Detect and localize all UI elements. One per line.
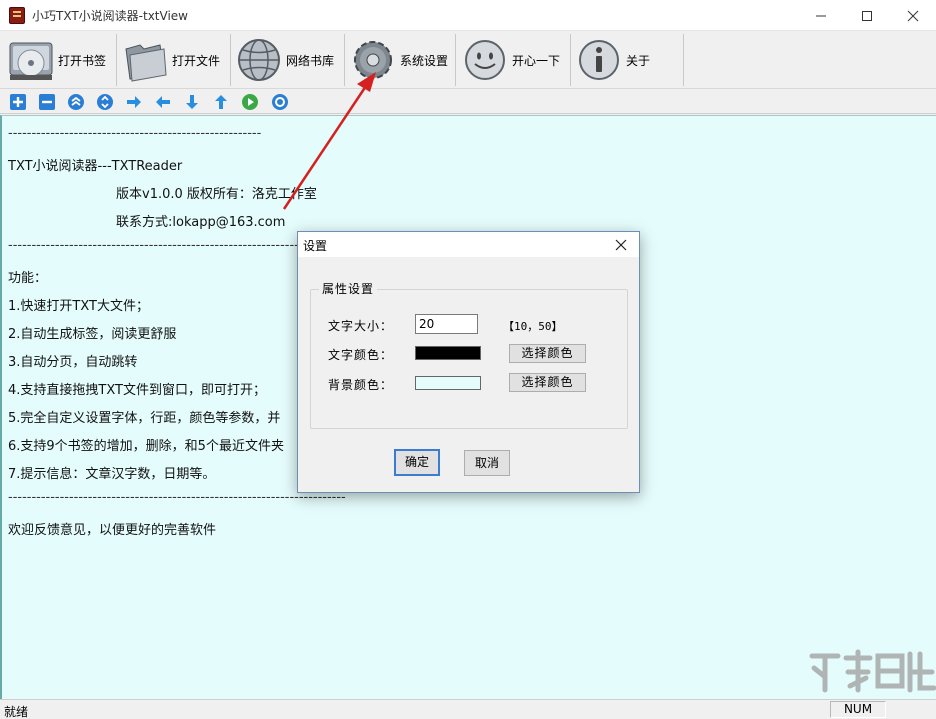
font-size-label: 文字大小：	[328, 319, 394, 333]
fun-button[interactable]: 开心一下	[460, 34, 571, 86]
font-color-label: 文字颜色：	[328, 348, 394, 362]
dialog-title-bar: 设置	[298, 232, 639, 257]
open-bookmark-button[interactable]: 打开书签	[6, 34, 117, 86]
settings-label: 系统设置	[400, 53, 449, 68]
collapse-button[interactable]	[67, 93, 85, 111]
scroll-up-button[interactable]	[212, 93, 230, 111]
close-icon	[907, 10, 919, 21]
feature-item: 5.完全自定义设置字体，行距，颜色等参数，并	[8, 411, 281, 426]
font-size-input[interactable]: 20	[415, 314, 478, 334]
online-library-label: 网络书库	[286, 53, 335, 68]
window-title: 小巧TXT小说阅读器-txtView	[32, 9, 188, 23]
bg-color-label: 背景颜色：	[328, 378, 394, 392]
num-lock-indicator: NUM	[830, 701, 886, 718]
font-color-swatch	[415, 346, 481, 360]
title-bar: 小巧TXT小说阅读器-txtView	[0, 0, 936, 31]
pick-bg-color-button[interactable]: 选择颜色	[509, 373, 586, 392]
feature-item: 6.支持9个书签的增加，删除，和5个最近文件夹	[8, 439, 284, 454]
dialog-title: 设置	[303, 239, 328, 253]
up-down-icon	[97, 94, 113, 110]
about-label: 关于	[626, 53, 651, 68]
remove-bookmark-button[interactable]	[38, 93, 56, 111]
settings-dialog: 设置 属性设置 文字大小： 20 【10，50】 文字颜色： 选择颜色 背景颜色…	[297, 231, 640, 493]
collapse-icon	[68, 94, 84, 110]
status-text: 就绪	[4, 705, 29, 719]
pick-font-color-button[interactable]: 选择颜色	[509, 344, 586, 363]
bg-color-swatch	[415, 376, 481, 390]
version-line: 版本v1.0.0 版权所有：洛克工作室	[116, 187, 317, 202]
separator-line: ----------------------------------------…	[8, 126, 262, 141]
minus-icon	[39, 94, 55, 110]
open-file-button[interactable]: 打开文件	[120, 34, 231, 86]
separator-line: ----------------------------------------…	[8, 238, 346, 253]
minimize-icon	[816, 15, 826, 16]
smiley-icon	[465, 40, 505, 80]
contact-line: 联系方式:lokapp@163.com	[116, 215, 286, 230]
fun-label: 开心一下	[512, 53, 561, 68]
close-button[interactable]	[890, 0, 936, 31]
main-toolbar: 打开书签 打开文件 网络书库 系统设置 开心一下 关于	[0, 31, 936, 89]
auto-scroll-button[interactable]	[241, 93, 259, 111]
feature-item: 4.支持直接拖拽TXT文件到窗口，即可打开；	[8, 383, 266, 398]
ok-button[interactable]: 确定	[394, 449, 440, 476]
close-icon	[615, 239, 627, 250]
feature-item: 7.提示信息：文章汉字数，日期等。	[8, 467, 216, 482]
properties-group-label: 属性设置	[319, 280, 378, 297]
plus-icon	[10, 94, 26, 110]
nav-toolbar	[0, 90, 936, 114]
maximize-button[interactable]	[844, 0, 890, 31]
feature-item: 1.快速打开TXT大文件；	[8, 299, 149, 314]
arrow-up-icon	[215, 95, 227, 109]
app-book-icon	[9, 7, 25, 24]
folder-icon	[125, 44, 167, 82]
settings-button[interactable]: 系统设置	[348, 34, 456, 86]
feature-item: 2.自动生成标签，阅读更舒服	[8, 327, 177, 342]
cancel-button[interactable]: 取消	[464, 450, 510, 476]
info-icon	[579, 40, 619, 80]
gear-icon	[354, 41, 392, 79]
arrow-down-icon	[186, 95, 198, 109]
minimize-button[interactable]	[798, 0, 844, 31]
disc-drive-icon	[9, 42, 53, 80]
features-title: 功能：	[8, 271, 48, 286]
online-library-button[interactable]: 网络书库	[234, 34, 345, 86]
arrow-right-icon	[127, 96, 141, 108]
maximize-icon	[862, 10, 872, 21]
globe-icon	[238, 39, 280, 81]
feature-item: 3.自动分页，自动跳转	[8, 355, 138, 370]
add-bookmark-button[interactable]	[9, 93, 27, 111]
open-bookmark-label: 打开书签	[58, 53, 107, 68]
app-name-line: TXT小说阅读器---TXTReader	[8, 159, 183, 174]
separator-line: ----------------------------------------…	[8, 490, 346, 505]
watermark-logo	[809, 649, 936, 693]
play-icon	[242, 94, 258, 110]
about-button[interactable]: 关于	[574, 34, 684, 86]
refresh-icon	[272, 94, 288, 110]
up-down-button[interactable]	[96, 93, 114, 111]
scroll-down-button[interactable]	[183, 93, 201, 111]
arrow-left-icon	[156, 96, 170, 108]
next-page-button[interactable]	[125, 93, 143, 111]
feedback-line: 欢迎反馈意见，以便更好的完善软件	[8, 523, 217, 538]
open-file-label: 打开文件	[172, 53, 221, 68]
status-bar: 就绪 NUM	[0, 699, 936, 719]
prev-page-button[interactable]	[154, 93, 172, 111]
font-size-range: 【10，50】	[503, 320, 563, 333]
refresh-button[interactable]	[271, 93, 289, 111]
dialog-close-button[interactable]	[610, 234, 632, 255]
